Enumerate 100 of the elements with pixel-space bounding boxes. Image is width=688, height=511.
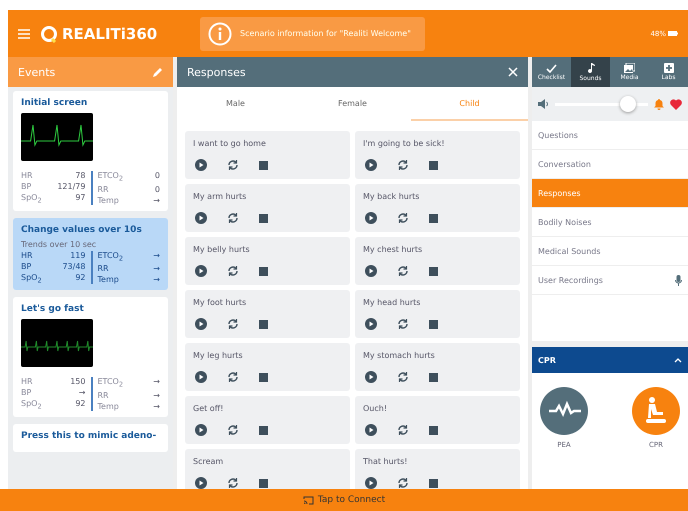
vital-value: 0 [154, 184, 160, 194]
response-label: That hurts! [363, 457, 408, 466]
close-icon[interactable] [508, 67, 518, 77]
vital-value: 92 [75, 272, 86, 284]
stop-icon[interactable] [259, 478, 268, 488]
response-label: I want to go home [193, 139, 267, 148]
repeat-icon[interactable] [227, 212, 239, 224]
play-icon[interactable] [365, 424, 377, 436]
stop-icon[interactable] [429, 214, 438, 222]
play-icon[interactable] [195, 424, 207, 436]
play-icon[interactable] [365, 318, 377, 330]
stop-icon[interactable] [429, 426, 438, 434]
logo-ring-icon [40, 24, 58, 42]
battery-icon [668, 31, 678, 36]
play-icon[interactable] [195, 159, 207, 171]
ecg-monitor [21, 319, 93, 368]
response-label: Scream [193, 457, 224, 466]
response-label: My foot hurts [193, 298, 248, 307]
vital-label: RR [98, 390, 109, 400]
play-icon[interactable] [195, 477, 207, 489]
connect-button[interactable]: Tap to Connect [302, 495, 386, 505]
app-logo-text: REALITi360 [62, 24, 158, 42]
stop-icon[interactable] [429, 320, 438, 328]
cast-icon [302, 496, 314, 504]
heart-icon[interactable] [670, 98, 682, 110]
image-icon [624, 63, 635, 73]
event-subtitle: Trends over 10 sec [21, 240, 98, 249]
stop-icon[interactable] [259, 160, 268, 170]
event-card[interactable]: Initial screen HR 78 BP 121/79 SpO$_{2}$ 97 ETCO$_{2}$ 0 RR 0 Temp → [13, 91, 168, 211]
responses-title: Responses [187, 66, 246, 78]
response-label: My belly hurts [193, 245, 251, 254]
event-title: Change values over 10s [21, 224, 143, 237]
repeat-icon[interactable] [227, 371, 239, 383]
voice-tab[interactable]: Male [177, 87, 294, 121]
play-icon[interactable] [365, 477, 377, 489]
repeat-icon[interactable] [397, 265, 409, 277]
stop-icon[interactable] [429, 160, 438, 170]
stop-icon[interactable] [429, 266, 438, 276]
events-title: Events [18, 66, 56, 78]
stop-icon[interactable] [259, 320, 268, 328]
stop-icon[interactable] [259, 426, 268, 434]
cpr-person-icon[interactable] [632, 387, 680, 435]
response-label: My chest hurts [363, 245, 424, 254]
vital-value: 97 [75, 193, 86, 204]
repeat-icon[interactable] [397, 424, 409, 436]
response-label: My head hurts [363, 298, 422, 307]
response-label: My stomach hurts [363, 351, 436, 360]
repeat-icon[interactable] [227, 424, 239, 436]
vital-value: → [153, 390, 160, 400]
vital-value: → [153, 196, 160, 205]
event-card[interactable]: Let's go fast HR 150 BP → SpO$_{2}$ 92 ETCO$_{2}$ → RR → Temp → [13, 297, 168, 417]
response-label: Get off! [193, 404, 224, 413]
play-icon[interactable] [195, 318, 207, 330]
music-note-icon [586, 62, 594, 74]
vital-value: → [78, 388, 86, 398]
vital-label: RR [98, 184, 109, 194]
vital-label: ETCO$_{2}$ [98, 171, 124, 180]
vital-value: 121/79 [57, 182, 86, 191]
vital-label: ETCO$_{2}$ [98, 250, 124, 260]
stop-icon[interactable] [259, 266, 268, 276]
play-icon[interactable] [365, 159, 377, 171]
vital-value: → [153, 275, 160, 284]
repeat-icon[interactable] [397, 371, 409, 383]
voice-tab[interactable]: Female [294, 87, 411, 121]
vital-label: Temp [98, 196, 119, 205]
vital-value: → [153, 264, 160, 274]
cpr-section-header[interactable]: CPR [532, 347, 688, 373]
vital-label: SpO$_{2}$ [21, 272, 42, 282]
repeat-icon[interactable] [397, 212, 409, 224]
repeat-icon[interactable] [227, 318, 239, 330]
repeat-icon[interactable] [227, 265, 239, 277]
slider-thumb[interactable] [620, 96, 636, 112]
menu-icon[interactable] [18, 28, 30, 38]
vital-label: HR [21, 171, 33, 180]
stop-icon[interactable] [429, 478, 438, 488]
vital-value: 92 [75, 399, 86, 410]
vital-value: 119 [70, 250, 86, 260]
event-card[interactable]: Press this to mimic adeno- [13, 424, 168, 452]
vital-label: Temp [98, 275, 119, 284]
stop-icon[interactable] [429, 372, 438, 382]
waveform-circle-icon[interactable] [540, 387, 588, 435]
play-icon[interactable] [195, 371, 207, 383]
vital-value: 73/48 [62, 262, 86, 271]
play-icon[interactable] [195, 212, 207, 224]
event-card[interactable]: Change values over 10s Trends over 10 sec HR 119 BP 73/48 SpO$_{2}$ 92 ETCO$_{2}$ → RR → Temp → [13, 218, 168, 290]
stop-icon[interactable] [259, 372, 268, 382]
play-icon[interactable] [365, 371, 377, 383]
plus-box-icon [664, 63, 674, 73]
check-icon [546, 64, 557, 72]
play-icon[interactable] [365, 212, 377, 224]
repeat-icon[interactable] [227, 477, 239, 489]
microphone-icon[interactable] [675, 274, 682, 286]
play-icon[interactable] [195, 265, 207, 277]
vital-value: → [153, 250, 160, 262]
repeat-icon[interactable] [397, 477, 409, 489]
repeat-icon[interactable] [397, 159, 409, 171]
stop-icon[interactable] [259, 214, 268, 222]
repeat-icon[interactable] [397, 318, 409, 330]
play-icon[interactable] [365, 265, 377, 277]
repeat-icon[interactable] [227, 159, 239, 171]
